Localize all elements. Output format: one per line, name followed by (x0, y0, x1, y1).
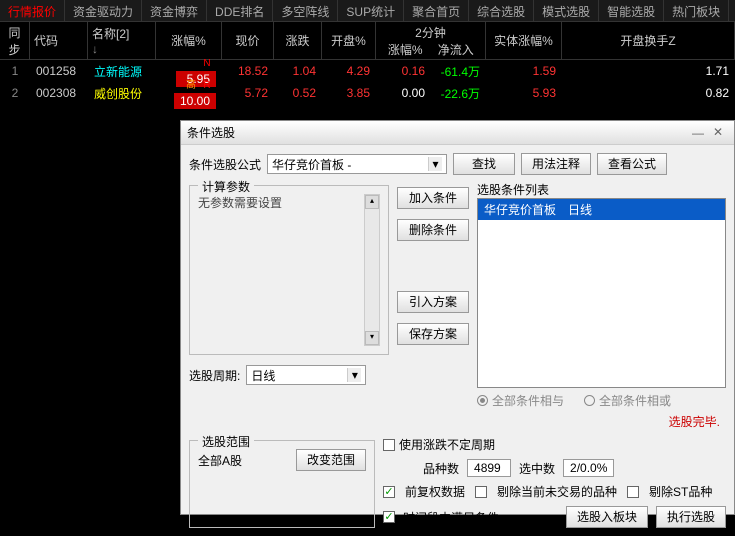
col-price[interactable]: 现价 (222, 22, 274, 59)
formula-label: 条件选股公式 (189, 156, 261, 173)
to-block-button[interactable]: 选股入板块 (566, 506, 648, 528)
top-tabs: 行情报价资金驱动力资金博弈DDE排名多空阵线SUP统计聚合首页综合选股模式选股智… (0, 0, 735, 22)
table-row[interactable]: 2002308威创股份高R10.005.720.523.850.00-22.6万… (0, 82, 735, 104)
top-tab[interactable]: 行情报价 (0, 0, 65, 21)
top-tab[interactable]: 热门板块 (664, 0, 729, 21)
count-value: 4899 (467, 459, 511, 477)
range-text: 全部A股 (198, 452, 242, 469)
delete-condition-button[interactable]: 删除条件 (397, 219, 469, 241)
chevron-down-icon: ▾ (428, 157, 442, 171)
import-plan-button[interactable]: 引入方案 (397, 291, 469, 313)
radio-or[interactable]: 全部条件相或 (584, 392, 671, 409)
chk-ex-notrade[interactable] (475, 486, 487, 498)
col-chg[interactable]: 涨跌 (274, 22, 322, 59)
chk-fq[interactable] (383, 486, 395, 498)
col-name[interactable]: 名称[2] ↓ (88, 22, 156, 59)
top-tab[interactable]: 资金驱动力 (65, 0, 142, 21)
top-tab[interactable]: 模式选股 (534, 0, 599, 21)
change-range-button[interactable]: 改变范围 (296, 449, 366, 471)
params-scrollbar[interactable]: ▴ ▾ (364, 194, 380, 346)
execute-button[interactable]: 执行选股 (656, 506, 726, 528)
params-text: 无参数需要设置 (198, 194, 364, 346)
dialog-titlebar[interactable]: 条件选股 — ✕ (181, 121, 734, 145)
period-combo[interactable]: 日线 ▾ (246, 365, 366, 385)
save-plan-button[interactable]: 保存方案 (397, 323, 469, 345)
condition-listbox[interactable]: 华仔竞价首板 日线 (477, 198, 726, 388)
top-tab[interactable]: 综合选股 (469, 0, 534, 21)
scroll-up-icon[interactable]: ▴ (365, 195, 379, 209)
chk-var-period[interactable] (383, 439, 395, 451)
stock-filter-dialog: 条件选股 — ✕ 条件选股公式 华仔竞价首板 - ▾ 查找 用法注释 查看公式 … (180, 120, 735, 515)
usage-button[interactable]: 用法注释 (521, 153, 591, 175)
chk-timerange[interactable] (383, 511, 395, 523)
range-legend: 选股范围 (198, 433, 254, 450)
radio-and[interactable]: 全部条件相与 (477, 392, 564, 409)
col-code[interactable]: 代码 (30, 22, 88, 59)
hit-value: 2/0.0% (563, 459, 614, 477)
condition-list-label: 选股条件列表 (477, 181, 726, 198)
top-tab[interactable]: 活跃排名 (729, 0, 735, 21)
top-tab[interactable]: 资金博弈 (142, 0, 207, 21)
list-item[interactable]: 华仔竞价首板 日线 (478, 199, 725, 220)
col-turnover[interactable]: 开盘换手Z (562, 22, 735, 59)
minimize-icon[interactable]: — (688, 126, 708, 140)
formula-combo[interactable]: 华仔竞价首板 - ▾ (267, 154, 447, 174)
top-tab[interactable]: 多空阵线 (273, 0, 338, 21)
col-realpct[interactable]: 实体涨幅% (486, 22, 562, 59)
view-formula-button[interactable]: 查看公式 (597, 153, 667, 175)
top-tab[interactable]: 聚合首页 (404, 0, 469, 21)
status-text: 选股完毕. (477, 413, 726, 430)
chevron-down-icon: ▾ (347, 368, 361, 382)
dialog-title: 条件选股 (187, 124, 688, 141)
top-tab[interactable]: 智能选股 (599, 0, 664, 21)
find-button[interactable]: 查找 (453, 153, 515, 175)
col-open[interactable]: 开盘% (322, 22, 376, 59)
scroll-down-icon[interactable]: ▾ (365, 331, 379, 345)
grid-body: 1001258立新能源N5.9518.521.044.290.16-61.4万1… (0, 60, 735, 104)
chk-ex-st[interactable] (627, 486, 639, 498)
top-tab[interactable]: SUP统计 (338, 0, 404, 21)
close-icon[interactable]: ✕ (708, 125, 728, 141)
table-row[interactable]: 1001258立新能源N5.9518.521.044.290.16-61.4万1… (0, 60, 735, 82)
add-condition-button[interactable]: 加入条件 (397, 187, 469, 209)
col-2min[interactable]: 2分钟 涨幅%净流入 (376, 22, 486, 59)
top-tab[interactable]: DDE排名 (207, 0, 273, 21)
params-legend: 计算参数 (198, 178, 254, 195)
params-fieldset: 计算参数 无参数需要设置 ▴ ▾ (189, 185, 389, 355)
sync-header[interactable]: 同步 (0, 22, 30, 59)
count-label: 品种数 (423, 460, 459, 477)
hit-label: 选中数 (519, 460, 555, 477)
grid-header: 同步 代码 名称[2] ↓ 涨幅% 现价 涨跌 开盘% 2分钟 涨幅%净流入 实… (0, 22, 735, 60)
period-label: 选股周期: (189, 367, 240, 384)
